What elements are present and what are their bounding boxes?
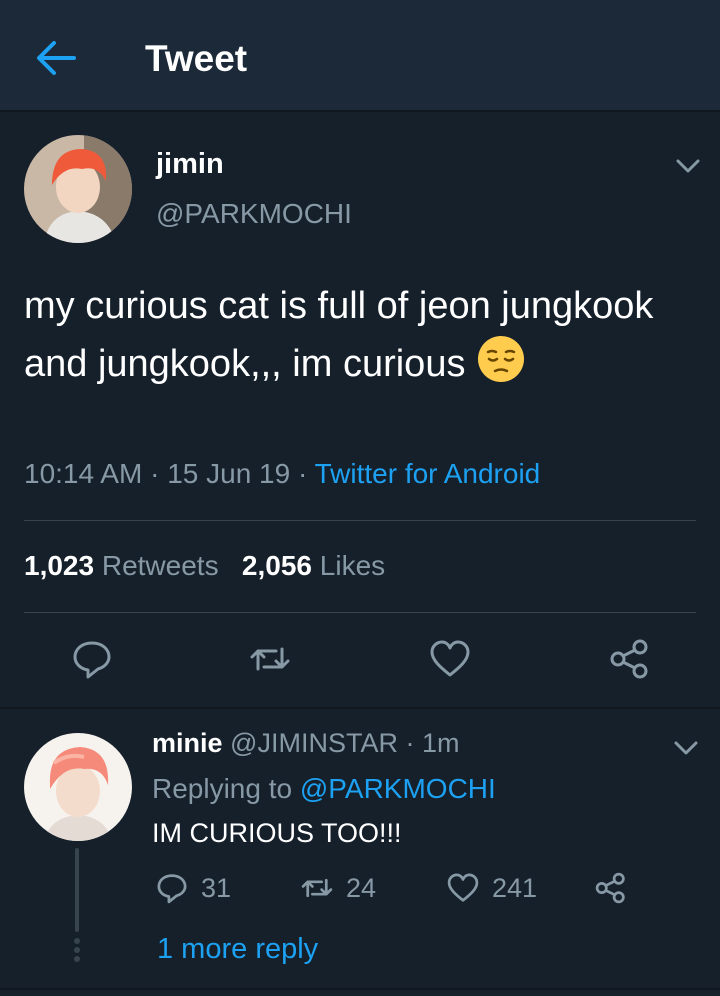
likes-label: Likes (319, 550, 386, 581)
reply-retweets-count: 24 (346, 872, 377, 903)
tweet-date: 15 Jun 19 (167, 458, 291, 489)
chevron-down-icon[interactable] (672, 738, 700, 758)
divider (24, 520, 696, 521)
reply-replies-count: 31 (201, 872, 232, 903)
page-title: Tweet (145, 38, 248, 79)
thread-dot (74, 956, 80, 962)
tweet-stats: 1,023 Retweets 2,056 Likes (24, 550, 385, 582)
pensive-face-emoji (478, 336, 525, 382)
chevron-down-icon[interactable] (674, 156, 702, 176)
heart-icon (447, 873, 479, 902)
thread-dot (74, 938, 80, 944)
tweet-text: my curious cat is full of jeon jungkook … (24, 278, 694, 392)
thread-line (75, 848, 79, 932)
like-button[interactable] (428, 637, 472, 681)
reply-share-button[interactable] (594, 870, 640, 906)
reply-icon (157, 874, 187, 904)
divider (24, 612, 696, 613)
section-divider (0, 988, 720, 990)
reply-header: minie @JIMINSTAR · 1m (152, 728, 460, 758)
reply-like-button[interactable]: 241 (446, 870, 537, 906)
reply-text: IM CURIOUS TOO!!! (152, 818, 402, 848)
author-name[interactable]: jimin (156, 148, 224, 181)
avatar[interactable] (24, 733, 132, 841)
section-divider (0, 707, 720, 709)
retweets-stat[interactable]: 1,023 Retweets (24, 550, 219, 581)
reply-author-name[interactable]: minie (152, 728, 223, 758)
back-button[interactable] (34, 38, 78, 78)
tweet-source[interactable]: Twitter for Android (315, 458, 541, 489)
share-icon (595, 872, 625, 904)
likes-count: 2,056 (241, 550, 312, 581)
tweet-time: 10:14 AM (24, 458, 143, 489)
replying-prefix: Replying to (152, 773, 293, 804)
replying-to: Replying to @PARKMOCHI (152, 773, 496, 805)
replying-mention[interactable]: @PARKMOCHI (300, 773, 496, 804)
share-button[interactable] (608, 637, 652, 681)
tweet-body: my curious cat is full of jeon jungkook … (24, 285, 654, 385)
more-replies-link[interactable]: 1 more reply (157, 933, 318, 966)
share-icon (610, 639, 648, 679)
reply-reply-button[interactable]: 31 (155, 870, 231, 906)
heart-icon (430, 640, 470, 677)
tweet-meta: 10:14 AM · 15 Jun 19 · Twitter for Andro… (24, 458, 541, 489)
thread-dot (74, 947, 80, 953)
retweet-button[interactable] (248, 637, 292, 681)
retweets-label: Retweets (101, 550, 219, 581)
avatar[interactable] (24, 135, 132, 243)
reply-age: 1m (421, 728, 460, 758)
reply-button[interactable] (70, 637, 114, 681)
retweet-icon (250, 647, 290, 671)
top-app-bar: Tweet (0, 0, 720, 112)
reply-icon (73, 641, 111, 679)
retweets-count: 1,023 (24, 550, 95, 581)
likes-stat[interactable]: 2,056 Likes (242, 550, 385, 581)
arrow-left-icon (37, 41, 76, 75)
reply-retweet-button[interactable]: 24 (300, 870, 376, 906)
author-handle[interactable]: @PARKMOCHI (156, 198, 352, 230)
retweet-icon (301, 878, 333, 898)
reply-likes-count: 241 (492, 872, 538, 903)
reply-author-handle[interactable]: @JIMINSTAR (230, 728, 398, 758)
